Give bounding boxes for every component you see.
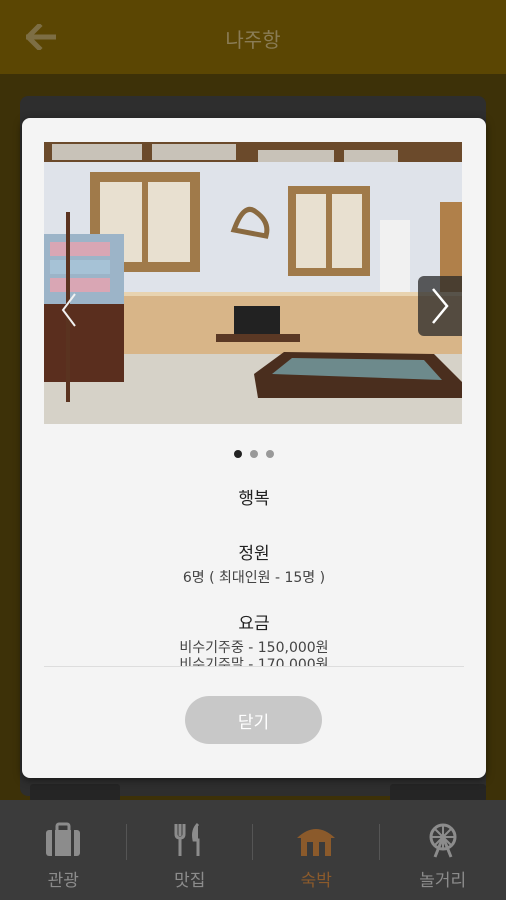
room-photo[interactable] (44, 142, 462, 424)
price-line: 비수기주말 - 170,000원 (179, 657, 329, 666)
pagination-dot[interactable] (250, 450, 258, 458)
photo-pagination[interactable] (22, 450, 486, 458)
previous-photo-icon[interactable] (54, 290, 84, 330)
room-info: 행복 정원 6명 ( 최대인원 - 15명 ) 요금 비수기주중 - 150,0… (22, 478, 486, 666)
capacity-value: 6명 ( 최대인원 - 15명 ) (182, 570, 326, 586)
divider (44, 666, 464, 667)
capacity-title: 정원 (238, 544, 270, 564)
next-photo-icon[interactable] (418, 276, 462, 336)
pagination-dot[interactable] (234, 450, 242, 458)
room-name: 행복 (238, 489, 270, 509)
pagination-dot[interactable] (266, 450, 274, 458)
price-title: 요금 (238, 614, 270, 634)
room-detail-modal: 행복 정원 6명 ( 최대인원 - 15명 ) 요금 비수기주중 - 150,0… (22, 118, 486, 778)
close-button[interactable]: 닫기 (185, 696, 322, 744)
price-line: 비수기주중 - 150,000원 (179, 640, 329, 656)
